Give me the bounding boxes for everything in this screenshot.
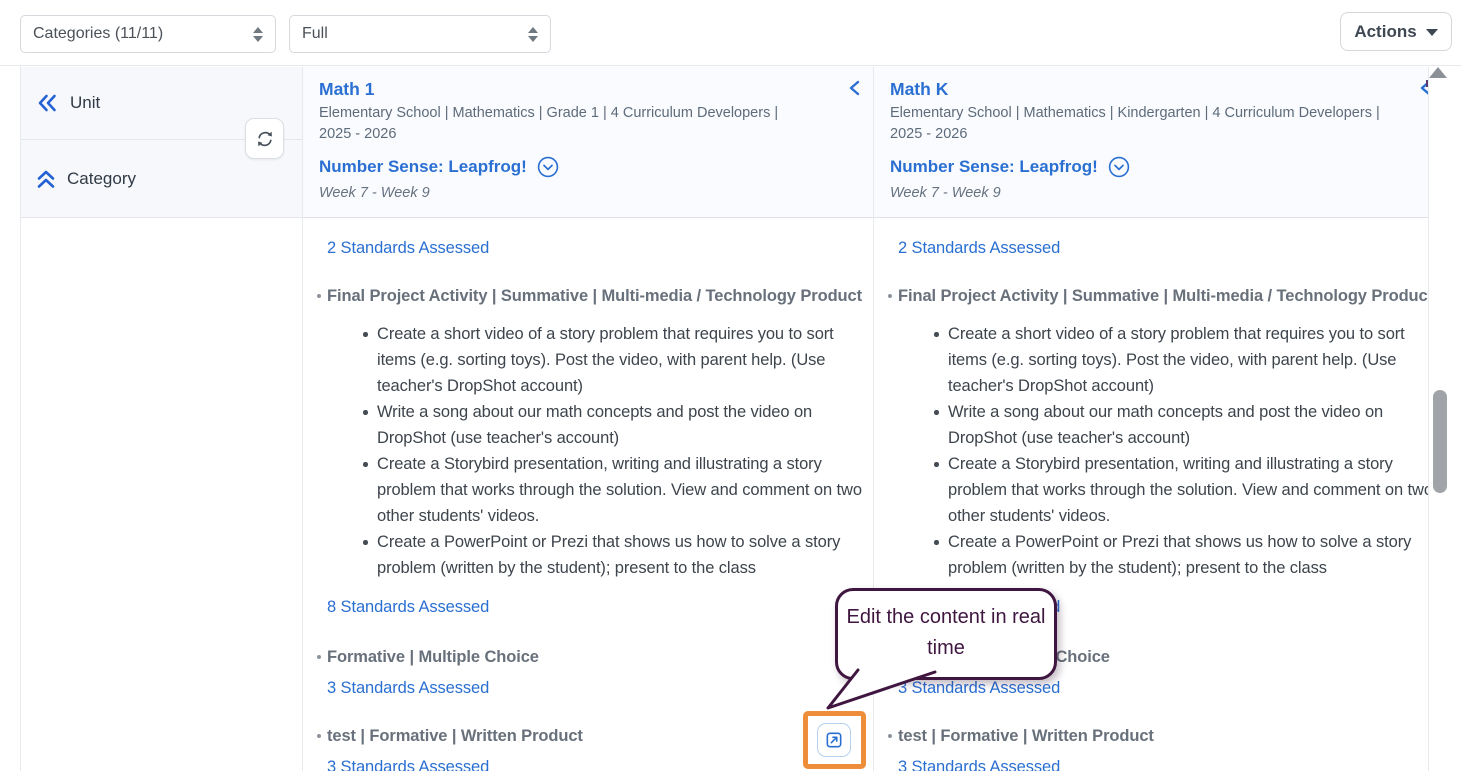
refresh-icon — [255, 129, 275, 149]
unit-title-link[interactable]: Number Sense: Leapfrog! — [890, 157, 1098, 177]
actions-button[interactable]: Actions — [1340, 12, 1452, 51]
course-meta-line1: Elementary School | Mathematics | Kinder… — [890, 105, 1380, 121]
assessment-bullet: Write a song about our math concepts and… — [363, 399, 863, 451]
view-select-value: Full — [302, 25, 328, 43]
course-header: Math K Elementary School | Mathematics |… — [874, 67, 1429, 218]
sidebar-item-unit-label: Unit — [70, 93, 100, 113]
chevron-left-icon — [848, 80, 860, 96]
clipped-artifact-mark — [1426, 80, 1428, 87]
scrollbar-thumb[interactable] — [1433, 390, 1447, 493]
assessment-bullet: Write a song about our math concepts and… — [934, 399, 1429, 451]
refresh-button[interactable] — [245, 118, 284, 159]
standards-assessed-link[interactable]: 2 Standards Assessed — [327, 238, 863, 259]
standards-assessed-link[interactable]: 8 Standards Assessed — [327, 597, 863, 618]
course-column-math-1: Math 1 Elementary School | Mathematics |… — [303, 67, 874, 771]
assessment-bullet-list: Create a short video of a story problem … — [363, 321, 863, 581]
double-chevron-left-icon — [37, 94, 58, 112]
categories-select-value: Categories (11/11) — [33, 25, 163, 43]
actions-button-label: Actions — [1354, 22, 1416, 42]
week-range: Week 7 - Week 9 — [890, 185, 1428, 201]
unit-title-link[interactable]: Number Sense: Leapfrog! — [319, 157, 527, 177]
course-meta-line2: 2025 - 2026 — [319, 126, 396, 142]
tooltip-tail — [805, 664, 955, 719]
course-meta: Elementary School | Mathematics | Kinder… — [890, 103, 1428, 145]
standards-assessed-link[interactable]: 3 Standards Assessed — [327, 757, 863, 771]
double-chevron-up-icon — [37, 169, 55, 189]
sidebar-band: Unit Category — [21, 67, 302, 218]
unit-title-row: Number Sense: Leapfrog! — [890, 156, 1428, 178]
top-toolbar: Categories (11/11) Full Actions — [0, 0, 1461, 66]
sidebar: Unit Category — [21, 67, 303, 771]
assessment-bullet: Create a PowerPoint or Prezi that shows … — [934, 529, 1429, 581]
categories-select[interactable]: Categories (11/11) — [20, 15, 276, 53]
assessment-title: Formative | Multiple Choice — [315, 647, 863, 668]
standards-assessed-link[interactable]: 3 Standards Assessed — [898, 678, 1429, 699]
assessment-bullet: Create a short video of a story problem … — [363, 321, 863, 399]
sort-arrows-icon — [528, 27, 538, 42]
course-content: 2 Standards Assessed Final Project Activ… — [303, 218, 873, 771]
assessment-title: Final Project Activity | Summative | Mul… — [315, 286, 863, 307]
assessment-title: Final Project Activity | Summative | Mul… — [886, 286, 1429, 307]
standards-assessed-link[interactable]: 2 Standards Assessed — [898, 238, 1429, 259]
annotation-highlight-box — [803, 711, 866, 769]
course-title-link[interactable]: Math 1 — [319, 79, 857, 100]
chevron-down-circle-icon[interactable] — [1108, 156, 1130, 178]
sidebar-item-category-label: Category — [67, 169, 136, 189]
assessment-bullet-list: Create a short video of a story problem … — [934, 321, 1429, 581]
collapse-column-button[interactable] — [848, 80, 860, 101]
assessment-bullet: Create a short video of a story problem … — [934, 321, 1429, 399]
course-meta-line2: 2025 - 2026 — [890, 126, 967, 142]
assessment-bullet: Create a Storybird presentation, writing… — [363, 451, 863, 529]
scrollbar-up-arrow-icon[interactable] — [1429, 67, 1447, 78]
view-select[interactable]: Full — [289, 15, 551, 53]
course-content: 2 Standards Assessed Final Project Activ… — [874, 218, 1429, 771]
sort-arrows-icon — [253, 27, 263, 42]
assessment-title: test | Formative | Written Product — [886, 726, 1429, 747]
week-range: Week 7 - Week 9 — [319, 185, 857, 201]
course-meta-line1: Elementary School | Mathematics | Grade … — [319, 105, 778, 121]
standards-assessed-link[interactable]: 3 Standards Assessed — [327, 678, 863, 699]
standards-assessed-link[interactable]: 3 Standards Assessed — [898, 757, 1429, 771]
chevron-down-circle-icon[interactable] — [537, 156, 559, 178]
caret-down-icon — [1426, 29, 1438, 36]
course-header: Math 1 Elementary School | Mathematics |… — [303, 67, 873, 218]
assessment-bullet: Create a PowerPoint or Prezi that shows … — [363, 529, 863, 581]
course-meta: Elementary School | Mathematics | Grade … — [319, 103, 857, 145]
course-title-link[interactable]: Math K — [890, 79, 1428, 100]
assessment-bullet: Create a Storybird presentation, writing… — [934, 451, 1429, 529]
unit-title-row: Number Sense: Leapfrog! — [319, 156, 857, 178]
assessment-title: test | Formative | Written Product — [315, 726, 863, 747]
